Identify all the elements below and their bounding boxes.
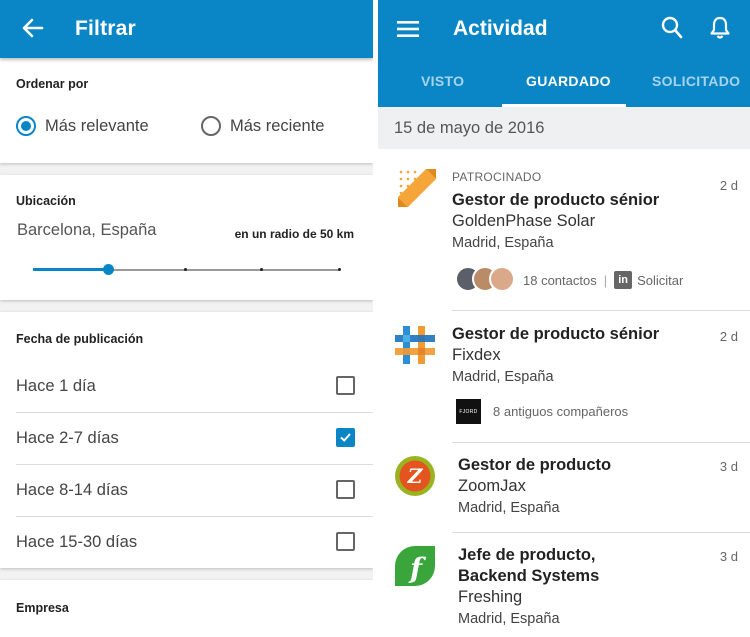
checkbox-icon[interactable]	[336, 480, 355, 499]
job-title[interactable]: Gestor de producto	[458, 455, 611, 476]
date-option-2-7-days[interactable]: Hace 2-7 días	[16, 413, 373, 465]
activity-header: Actividad VISTO GUARDADO SOLICITADO	[378, 0, 750, 107]
job-text: Jefe de producto, Backend Systems Freshi…	[458, 545, 599, 630]
radio-label: Más relevante	[45, 116, 149, 135]
linkedin-icon: in	[614, 271, 633, 289]
job-location: Madrid, España	[458, 611, 560, 627]
job-title-line2[interactable]: Backend Systems	[458, 566, 599, 587]
contacts-count[interactable]: 18 contactos	[523, 273, 597, 288]
slider-tick	[260, 268, 263, 271]
job-card[interactable]: f Jefe de producto, Backend Systems Fres…	[378, 533, 750, 637]
location-section: Ubicación Barcelona, España en un radio …	[0, 175, 373, 300]
date-section: Fecha de publicación Hace 1 día Hace 2-7…	[0, 312, 373, 568]
job-title-line1[interactable]: Jefe de producto,	[458, 545, 599, 566]
radius-slider-thumb[interactable]	[103, 264, 114, 275]
freshing-logo-icon: f	[395, 546, 435, 586]
job-connections: 18 contactos | in Solicitar	[455, 266, 683, 294]
slider-tick	[184, 268, 187, 271]
colleagues-count[interactable]: 8 antiguos compañeros	[493, 404, 628, 419]
tab-guardado[interactable]: GUARDADO	[526, 73, 611, 89]
job-company: Freshing	[458, 588, 523, 606]
job-age: 2 d	[719, 178, 738, 193]
activity-title: Actividad	[453, 17, 548, 40]
job-title[interactable]: Gestor de producto sénior	[452, 190, 659, 211]
radio-label: Más reciente	[230, 116, 325, 135]
job-location: Madrid, España	[452, 369, 554, 385]
job-age: 3 d	[719, 549, 738, 564]
job-text: PATROCINADO Gestor de producto sénior Go…	[452, 170, 659, 254]
location-city[interactable]: Barcelona, España	[17, 221, 156, 240]
date-group-label: 15 de mayo de 2016	[394, 119, 545, 137]
tab-visto[interactable]: VISTO	[421, 73, 464, 89]
date-option-8-14-days[interactable]: Hace 8-14 días	[16, 465, 373, 517]
avatar	[489, 266, 515, 292]
date-option-1-day[interactable]: Hace 1 día	[16, 361, 373, 413]
tab-solicitado[interactable]: SOLICITADO	[652, 73, 740, 89]
contacts-avatars	[455, 266, 517, 294]
search-icon[interactable]	[661, 16, 683, 40]
checkbox-checked-icon[interactable]	[336, 428, 355, 447]
date-option-label: Hace 1 día	[16, 377, 96, 395]
date-title: Fecha de publicación	[16, 332, 144, 346]
job-company: GoldenPhase Solar	[452, 212, 596, 230]
company-section: Empresa	[0, 580, 373, 637]
job-card[interactable]: PATROCINADO Gestor de producto sénior Go…	[378, 149, 750, 311]
zoomjax-logo-icon: Z	[395, 456, 435, 496]
date-option-15-30-days[interactable]: Hace 15-30 días	[16, 517, 373, 569]
job-card[interactable]: Z Gestor de producto ZoomJax Madrid, Esp…	[378, 443, 750, 533]
fjord-logo: FJORD	[456, 399, 481, 424]
hamburger-menu-icon[interactable]	[397, 19, 419, 39]
job-company: Fixdex	[452, 346, 501, 364]
logo-letter: Z	[407, 464, 424, 488]
radio-most-relevant[interactable]: Más relevante	[16, 116, 149, 136]
checkbox-icon[interactable]	[336, 376, 355, 395]
job-location: Madrid, España	[452, 235, 554, 251]
date-option-label: Hace 15-30 días	[16, 533, 138, 551]
date-group-header: 15 de mayo de 2016	[378, 107, 750, 149]
job-age: 3 d	[719, 459, 738, 474]
filter-panel: Filtrar Ordenar por Más relevante Más re…	[0, 0, 373, 637]
job-text: Gestor de producto sénior Fixdex Madrid,…	[452, 324, 659, 388]
meta-separator: |	[603, 272, 608, 288]
back-arrow-icon[interactable]	[18, 13, 48, 43]
location-title: Ubicación	[16, 194, 76, 208]
filter-header: Filtrar	[0, 0, 373, 58]
goldenphase-logo-icon	[398, 169, 436, 207]
activity-panel: Actividad VISTO GUARDADO SOLICITADO 15 d…	[378, 0, 750, 637]
job-text: Gestor de producto ZoomJax Madrid, Españ…	[458, 455, 611, 519]
order-section: Ordenar por Más relevante Más reciente	[0, 58, 373, 163]
company-title: Empresa	[16, 601, 69, 615]
radio-unselected-icon	[201, 116, 221, 136]
order-title: Ordenar por	[16, 77, 89, 91]
job-title[interactable]: Gestor de producto sénior	[452, 324, 659, 345]
filter-title: Filtrar	[75, 17, 136, 40]
sponsored-label: PATROCINADO	[452, 170, 542, 184]
date-option-label: Hace 8-14 días	[16, 481, 128, 499]
date-option-label: Hace 2-7 días	[16, 429, 119, 447]
apply-link[interactable]: Solicitar	[637, 273, 683, 288]
radio-most-recent[interactable]: Más reciente	[201, 116, 324, 136]
slider-tick	[338, 268, 341, 271]
job-connections: FJORD 8 antiguos compañeros	[456, 399, 628, 424]
notification-bell-icon[interactable]	[709, 16, 731, 40]
location-radius: en un radio de 50 km	[234, 227, 354, 241]
job-card[interactable]: Gestor de producto sénior Fixdex Madrid,…	[378, 311, 750, 443]
radio-selected-icon	[16, 116, 36, 136]
fixdex-logo-icon	[395, 326, 435, 364]
job-age: 2 d	[719, 329, 738, 344]
checkbox-icon[interactable]	[336, 532, 355, 551]
job-company: ZoomJax	[458, 477, 526, 495]
radius-slider-fill	[33, 268, 108, 271]
job-location: Madrid, España	[458, 500, 560, 516]
